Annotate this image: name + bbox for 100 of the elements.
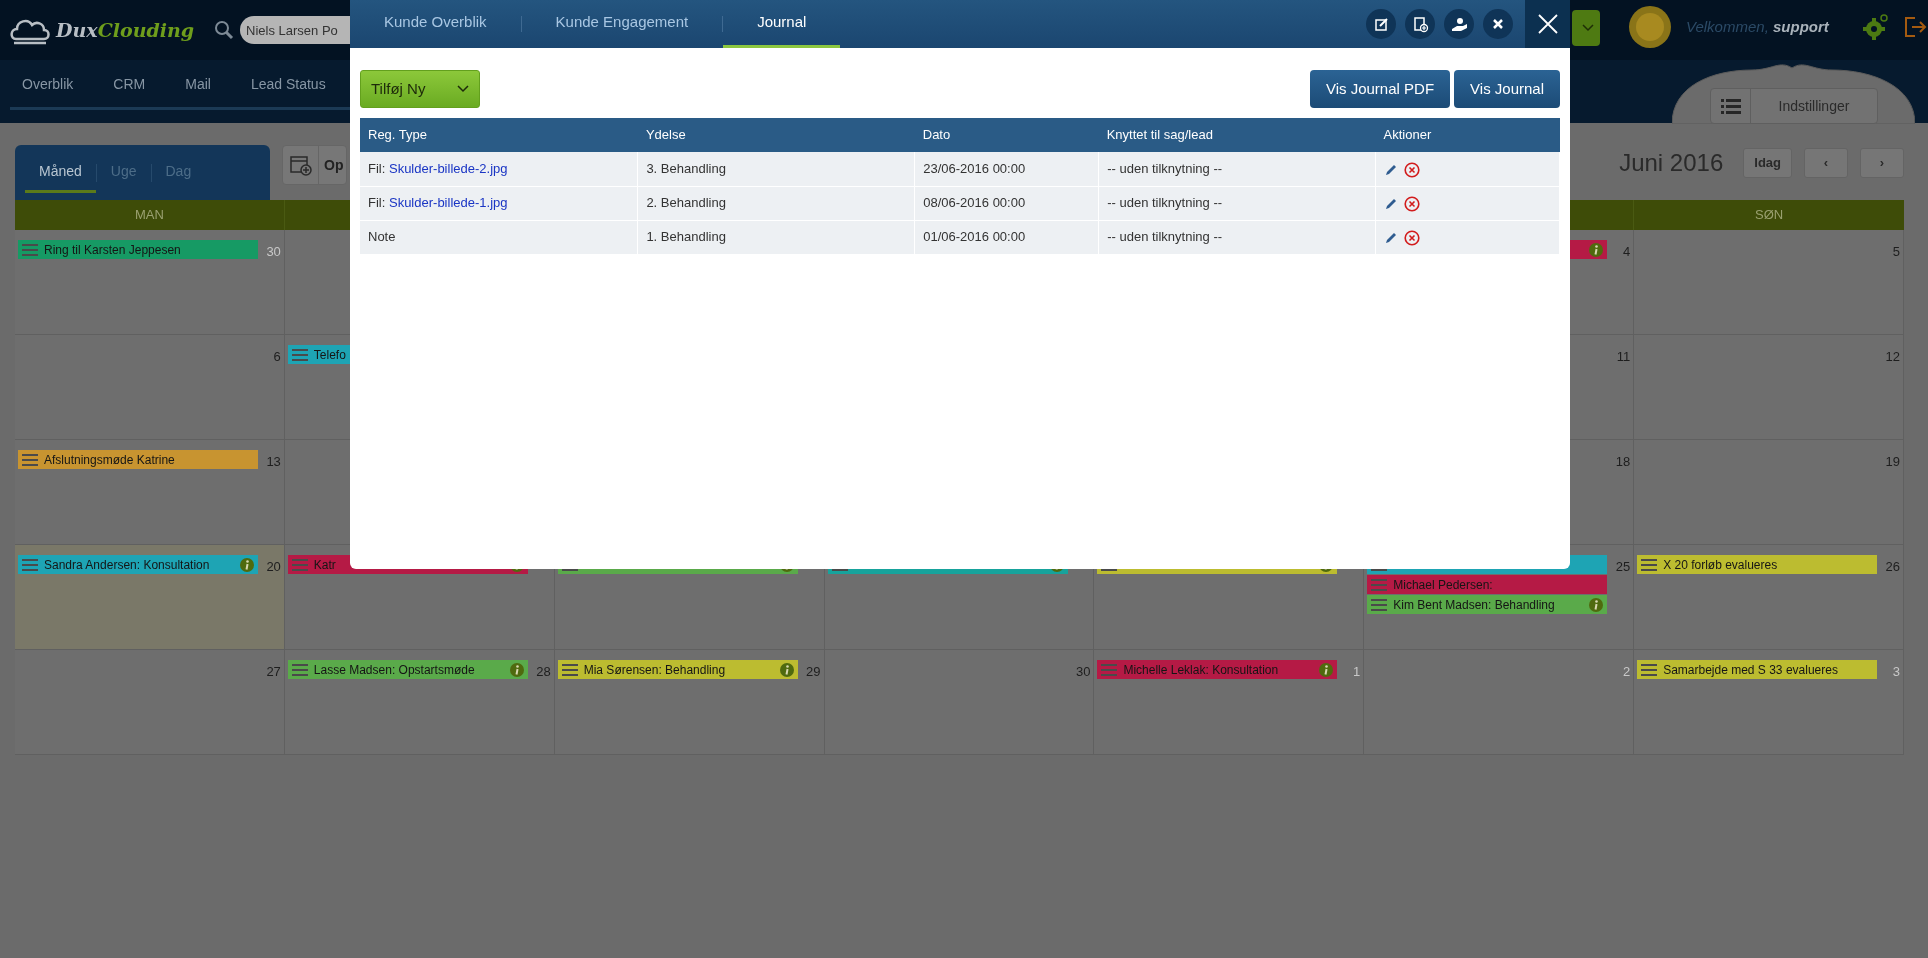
- info-icon[interactable]: [779, 662, 794, 677]
- list-icon: [561, 663, 578, 676]
- dialog-tab[interactable]: Kunde Engagement: [521, 0, 723, 48]
- info-icon[interactable]: [1589, 242, 1604, 257]
- info-icon[interactable]: [1319, 662, 1334, 677]
- nav-item[interactable]: Mail: [185, 60, 211, 107]
- day-number: 2: [1622, 663, 1631, 681]
- calendar-event[interactable]: Afslutningsmøde Katrine: [18, 450, 258, 469]
- list-icon: [1371, 598, 1388, 611]
- list-icon: [291, 348, 308, 361]
- day-number: 20: [266, 558, 281, 576]
- day-number: 12: [1885, 348, 1900, 366]
- day-number: 30: [266, 243, 281, 261]
- info-icon[interactable]: [509, 662, 524, 677]
- list-icon: [1641, 663, 1658, 676]
- event-title: Michelle Leklak: Konsultation: [1123, 661, 1279, 679]
- file-link[interactable]: Skulder-billede-1.jpg: [388, 195, 508, 211]
- dialog-tab[interactable]: Journal: [723, 0, 841, 48]
- table-cell: 08/06-2016 00:00: [914, 186, 1099, 220]
- hand-icon: [1450, 15, 1468, 33]
- event-title: Michael Pedersen:: [1393, 576, 1493, 594]
- calendar-event[interactable]: Mia Sørensen: Behandling: [557, 660, 798, 679]
- close-button[interactable]: [1483, 9, 1513, 39]
- day-number: 18: [1615, 453, 1631, 471]
- settings-icon[interactable]: [1862, 14, 1889, 40]
- info-icon[interactable]: [240, 557, 254, 572]
- logout-icon[interactable]: [1902, 15, 1927, 39]
- month-title: Juni 2016: [1619, 148, 1724, 178]
- close-icon: [1536, 13, 1559, 35]
- edit-icon: [1372, 15, 1390, 33]
- list-icon: [1101, 663, 1118, 676]
- document-add-button[interactable]: [1405, 9, 1435, 39]
- table-cell: 3. Behandling: [637, 152, 915, 186]
- day-number: 28: [536, 663, 551, 681]
- prev-button[interactable]: ‹: [1804, 148, 1848, 178]
- delete-icon[interactable]: [1404, 229, 1421, 246]
- column-header: Knyttet til sag/lead: [1098, 118, 1376, 152]
- close-button[interactable]: [1525, 0, 1570, 48]
- event-title: X 20 forløb evalueres: [1663, 556, 1778, 574]
- calendar-add-icon[interactable]: [289, 154, 312, 176]
- edit-pencil-icon[interactable]: [1384, 196, 1399, 211]
- welcome-text: Velkommen, support: [1686, 16, 1829, 37]
- event-title: Kim Bent Madsen: Behandling: [1393, 596, 1555, 614]
- sun-avatar-icon: [1628, 5, 1672, 49]
- day-number: 29: [806, 663, 821, 681]
- hand-button[interactable]: [1444, 9, 1474, 39]
- calendar-event[interactable]: Samarbejde med S 33 evalueres: [1637, 660, 1878, 679]
- event-title: Sandra Andersen: Konsultation: [44, 556, 210, 574]
- column-header: Ydelse: [637, 118, 915, 152]
- day-number: 5: [1892, 243, 1900, 261]
- list-icon: [1720, 98, 1741, 114]
- table-cell: 23/06-2016 00:00: [914, 152, 1099, 186]
- reg-type-text: Fil:: [368, 195, 386, 211]
- info-icon[interactable]: [1589, 597, 1604, 612]
- delete-icon[interactable]: [1404, 195, 1421, 212]
- view-tab[interactable]: Måned: [25, 152, 96, 193]
- event-title: Lasse Madsen: Opstartsmøde: [313, 661, 475, 679]
- search-icon[interactable]: [214, 20, 235, 40]
- day-number: 1: [1353, 663, 1361, 681]
- column-header: Reg. Type: [360, 118, 638, 152]
- edit-button[interactable]: [1366, 9, 1396, 39]
- journal-button[interactable]: Vis Journal: [1454, 70, 1560, 108]
- calendar-event[interactable]: X 20 forløb evalueres: [1637, 555, 1878, 574]
- nav-item[interactable]: Overblik: [22, 60, 74, 107]
- table-cell: -- uden tilknytning --: [1098, 186, 1376, 220]
- reg-type-text: Note: [368, 229, 396, 245]
- list-icon: [1371, 578, 1388, 591]
- logo-text: DuxClouding: [56, 17, 195, 43]
- calendar-event[interactable]: Kim Bent Madsen: Behandling: [1367, 595, 1608, 614]
- document-add-icon: [1411, 15, 1429, 33]
- file-link[interactable]: Skulder-billede-2.jpg: [388, 161, 508, 176]
- day-number: 3: [1892, 663, 1900, 681]
- table-cell: -- uden tilknytning --: [1098, 220, 1376, 254]
- edit-pencil-icon[interactable]: [1384, 162, 1399, 177]
- next-button[interactable]: ›: [1860, 148, 1904, 178]
- list-icon: [22, 453, 38, 466]
- caret-icon: [457, 85, 469, 93]
- caret-icon: [1582, 24, 1594, 32]
- nav-item[interactable]: Lead Status: [250, 60, 326, 107]
- day-number: 11: [1616, 348, 1631, 366]
- today-button[interactable]: Idag: [1743, 148, 1792, 178]
- journal-button[interactable]: Vis Journal PDF: [1309, 70, 1451, 108]
- add-dropdown-button[interactable]: Tilføj Ny: [360, 70, 480, 108]
- delete-icon[interactable]: [1404, 161, 1421, 178]
- reg-type-text: Fil:: [368, 161, 386, 176]
- event-title: Telefo: [313, 346, 346, 364]
- day-number: 30: [1075, 663, 1091, 681]
- calendar-event[interactable]: Lasse Madsen: Opstartsmøde: [287, 660, 528, 679]
- day-number: 25: [1615, 558, 1631, 576]
- column-header: Dato: [914, 118, 1099, 152]
- list-icon: [1641, 558, 1658, 571]
- day-number: 27: [266, 663, 281, 681]
- calendar-event[interactable]: Sandra Andersen: Konsultation: [18, 555, 258, 574]
- day-number: 4: [1622, 243, 1631, 261]
- calendar-event[interactable]: Ring til Karsten Jeppesen: [18, 240, 258, 259]
- table-cell: 1. Behandling: [637, 220, 915, 254]
- dropdown-button[interactable]: [1572, 10, 1600, 46]
- list-icon: [291, 558, 308, 571]
- nav-item[interactable]: CRM: [113, 60, 146, 107]
- weekday-label: MAN: [134, 207, 164, 222]
